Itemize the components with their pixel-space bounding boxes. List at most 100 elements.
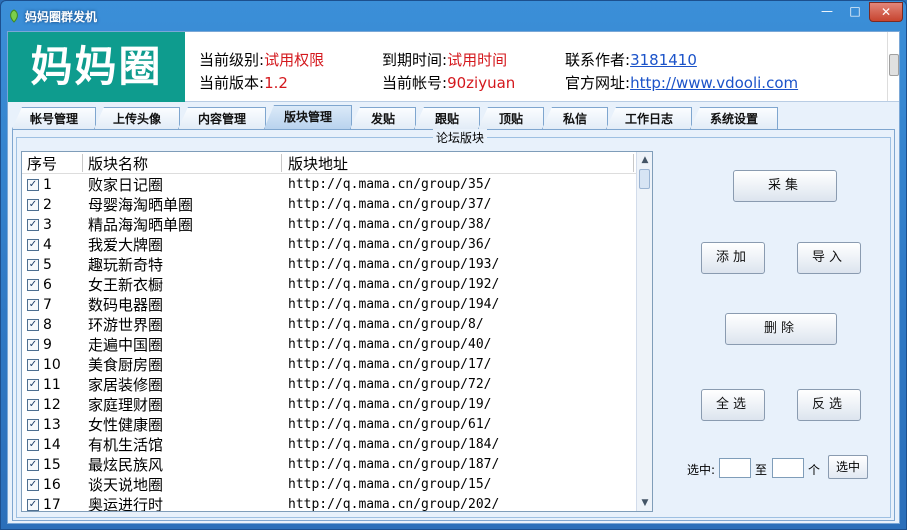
row-board-url: http://q.mama.cn/group/187/ [288,457,500,472]
row-checkbox[interactable]: ✓ [27,179,39,191]
row-checkbox[interactable]: ✓ [27,199,39,211]
header-scrollbar[interactable] [887,32,899,101]
table-row[interactable]: ✓ 8 环游世界圈 http://q.mama.cn/group/8/ [22,315,636,335]
client-area: 妈妈圈 当前级别:试用权限 当前版本:1.2 到期时间:试用时间 当前帐号:90… [7,31,900,524]
row-checkbox[interactable]: ✓ [27,399,39,411]
row-number: 6 [43,277,52,293]
account-label: 当前帐号: [382,74,448,92]
row-checkbox[interactable]: ✓ [27,419,39,431]
list-scrollbar[interactable]: ▲ ▼ [636,152,652,511]
tab-post[interactable]: 发贴 [350,107,416,129]
app-leaf-icon [10,9,18,23]
column-no[interactable]: 序号 [27,153,57,174]
import-button[interactable]: 导入 [797,242,861,274]
site-info: 官方网址:http://www.vdooli.com [565,72,798,93]
table-row[interactable]: ✓ 1 败家日记圈 http://q.mama.cn/group/35/ [22,175,636,195]
row-board-name: 美食厨房圈 [88,356,164,374]
account-value: 90ziyuan [447,74,516,92]
version-value: 1.2 [264,74,288,92]
table-row[interactable]: ✓ 11 家居装修圈 http://q.mama.cn/group/72/ [22,375,636,395]
table-row[interactable]: ✓ 10 美食厨房圈 http://q.mama.cn/group/17/ [22,355,636,375]
scroll-down-icon[interactable]: ▼ [637,495,652,511]
tab-content[interactable]: 内容管理 [178,107,266,129]
maximize-icon[interactable]: □ [841,2,869,22]
group-title: 论坛版块 [433,129,488,146]
row-board-name: 趣玩新奇特 [88,256,164,274]
select-all-button[interactable]: 全选 [701,389,765,421]
collect-button[interactable]: 采集 [733,170,837,202]
table-row[interactable]: ✓ 12 家庭理财圈 http://q.mama.cn/group/19/ [22,395,636,415]
tab-message[interactable]: 私信 [542,107,608,129]
info-header: 妈妈圈 当前级别:试用权限 当前版本:1.2 到期时间:试用时间 当前帐号:90… [8,32,899,102]
expire-info: 到期时间:试用时间 [382,49,507,70]
table-row[interactable]: ✓ 5 趣玩新奇特 http://q.mama.cn/group/193/ [22,255,636,275]
level-label: 当前级别: [199,51,265,69]
row-checkbox[interactable]: ✓ [27,279,39,291]
row-checkbox[interactable]: ✓ [27,379,39,391]
row-number: 17 [43,497,61,512]
range-select-button[interactable]: 选中 [828,455,868,479]
scroll-up-icon[interactable]: ▲ [637,152,652,168]
account-info: 当前帐号:90ziyuan [382,72,515,93]
column-divider[interactable] [82,154,83,172]
row-board-name: 最炫民族风 [88,456,164,474]
title-bar[interactable]: 妈妈圈群发机 — □ ✕ [1,1,906,31]
column-name[interactable]: 版块名称 [88,153,148,174]
add-button[interactable]: 添加 [701,242,765,274]
row-checkbox[interactable]: ✓ [27,219,39,231]
close-icon[interactable]: ✕ [869,2,903,22]
tab-settings[interactable]: 系统设置 [690,107,778,129]
column-divider[interactable] [633,154,634,172]
row-number: 5 [43,257,52,273]
row-checkbox[interactable]: ✓ [27,439,39,451]
list-scroll-thumb[interactable] [639,169,650,189]
row-number: 4 [43,237,52,253]
table-row[interactable]: ✓ 6 女王新衣橱 http://q.mama.cn/group/192/ [22,275,636,295]
table-row[interactable]: ✓ 17 奥运进行时 http://q.mama.cn/group/202/ [22,495,636,512]
site-label: 官方网址: [565,74,631,92]
row-board-name: 有机生活馆 [88,436,164,454]
row-checkbox[interactable]: ✓ [27,239,39,251]
tab-bump[interactable]: 顶贴 [478,107,544,129]
invert-selection-button[interactable]: 反选 [797,389,861,421]
row-board-url: http://q.mama.cn/group/61/ [288,417,492,432]
row-checkbox[interactable]: ✓ [27,319,39,331]
author-info: 联系作者:3181410 [565,49,697,70]
range-from-input[interactable] [719,458,751,478]
minimize-icon[interactable]: — [813,2,841,22]
table-row[interactable]: ✓ 2 母婴海淘晒单圈 http://q.mama.cn/group/37/ [22,195,636,215]
site-link[interactable]: http://www.vdooli.com [630,74,798,92]
row-checkbox[interactable]: ✓ [27,479,39,491]
row-board-name: 家居装修圈 [88,376,164,394]
list-header: 序号 版块名称 版块地址 [22,152,636,174]
table-row[interactable]: ✓ 9 走遍中国圈 http://q.mama.cn/group/40/ [22,335,636,355]
row-checkbox[interactable]: ✓ [27,359,39,371]
author-link[interactable]: 3181410 [630,51,697,69]
tab-board[interactable]: 版块管理 [264,105,352,129]
table-row[interactable]: ✓ 15 最炫民族风 http://q.mama.cn/group/187/ [22,455,636,475]
row-checkbox[interactable]: ✓ [27,499,39,511]
tab-reply[interactable]: 跟贴 [414,107,480,129]
row-checkbox[interactable]: ✓ [27,339,39,351]
table-row[interactable]: ✓ 3 精品海淘晒单圈 http://q.mama.cn/group/38/ [22,215,636,235]
table-row[interactable]: ✓ 16 谈天说地圈 http://q.mama.cn/group/15/ [22,475,636,495]
row-board-url: http://q.mama.cn/group/202/ [288,497,500,512]
range-to-input[interactable] [772,458,804,478]
table-row[interactable]: ✓ 7 数码电器圈 http://q.mama.cn/group/194/ [22,295,636,315]
row-checkbox[interactable]: ✓ [27,259,39,271]
row-checkbox[interactable]: ✓ [27,459,39,471]
tab-account[interactable]: 帐号管理 [12,107,96,129]
column-url[interactable]: 版块地址 [288,153,348,174]
table-row[interactable]: ✓ 13 女性健康圈 http://q.mama.cn/group/61/ [22,415,636,435]
delete-button[interactable]: 删除 [725,313,837,345]
table-row[interactable]: ✓ 4 我爱大牌圈 http://q.mama.cn/group/36/ [22,235,636,255]
table-row[interactable]: ✓ 14 有机生活馆 http://q.mama.cn/group/184/ [22,435,636,455]
row-checkbox[interactable]: ✓ [27,299,39,311]
row-board-name: 家庭理财圈 [88,396,164,414]
tab-avatar[interactable]: 上传头像 [94,107,180,129]
board-list[interactable]: 序号 版块名称 版块地址 ✓ 1 败家日记圈 http://q.mama.cn/gro… [21,151,653,512]
tab-log[interactable]: 工作日志 [606,107,692,129]
header-scroll-thumb[interactable] [889,54,899,76]
column-divider[interactable] [281,154,282,172]
range-unit-label: 个 [808,463,821,477]
